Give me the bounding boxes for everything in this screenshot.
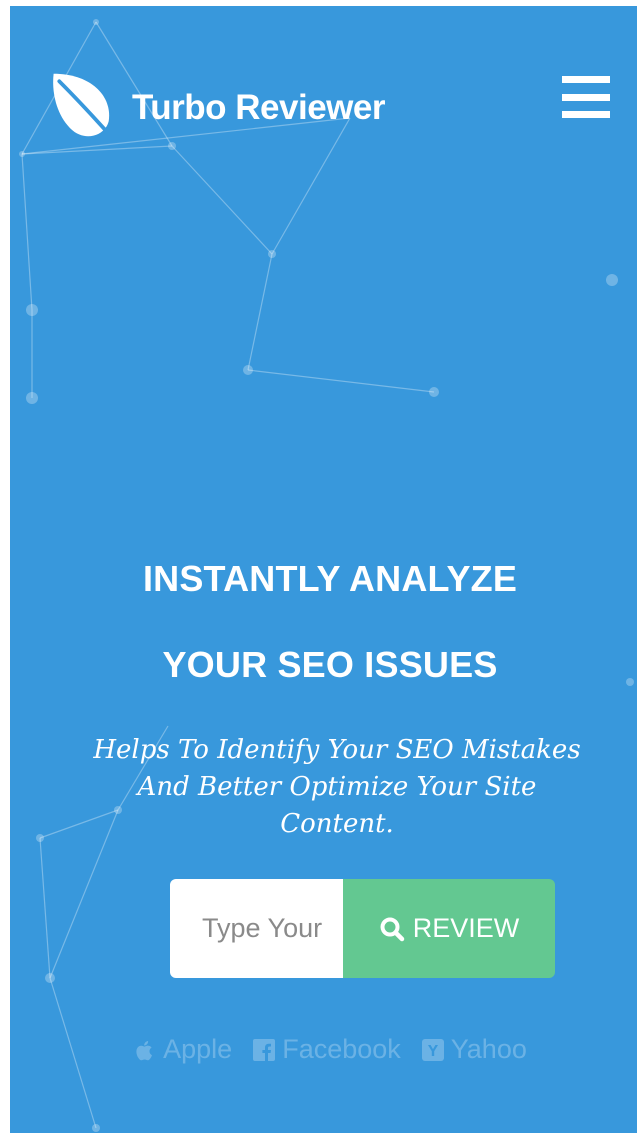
headline-line-1: INSTANTLY ANALYZE bbox=[142, 558, 518, 599]
facebook-icon bbox=[253, 1038, 276, 1061]
hamburger-icon bbox=[562, 111, 610, 118]
provider-label: Yahoo bbox=[450, 1034, 527, 1064]
hero-section: Turbo Reviewer INSTANTLY ANALYZE YOUR SE… bbox=[10, 6, 637, 1133]
provider-facebook[interactable]: Facebook bbox=[252, 1034, 401, 1065]
provider-links: Apple Facebook Yahoo bbox=[10, 1034, 637, 1065]
apple-icon bbox=[136, 1040, 153, 1060]
yahoo-icon bbox=[421, 1038, 444, 1061]
provider-yahoo[interactable]: Yahoo bbox=[421, 1034, 527, 1065]
provider-label: Apple bbox=[163, 1034, 233, 1064]
hamburger-icon bbox=[562, 76, 610, 83]
url-review-form: REVIEW bbox=[170, 879, 555, 978]
hero-headline: INSTANTLY ANALYZE YOUR SEO ISSUES bbox=[10, 536, 637, 708]
search-icon bbox=[380, 917, 404, 941]
brand-name[interactable]: Turbo Reviewer bbox=[132, 88, 385, 128]
provider-label: Facebook bbox=[282, 1034, 401, 1064]
menu-button[interactable] bbox=[562, 76, 614, 118]
leaf-icon[interactable] bbox=[46, 68, 122, 144]
tagline-line-2: And Better Optimize Your Site bbox=[137, 772, 537, 802]
headline-line-2: YOUR SEO ISSUES bbox=[162, 644, 498, 685]
tagline-line-1: Helps To Identify Your SEO Mistakes bbox=[93, 735, 581, 765]
review-button[interactable]: REVIEW bbox=[343, 879, 555, 978]
hamburger-icon bbox=[562, 93, 610, 101]
hero-tagline: Helps To Identify Your SEO Mistakes And … bbox=[50, 732, 624, 843]
url-input[interactable] bbox=[170, 879, 343, 978]
top-navbar: Turbo Reviewer bbox=[10, 6, 637, 186]
provider-apple[interactable]: Apple bbox=[133, 1034, 232, 1065]
review-button-label: REVIEW bbox=[412, 913, 520, 943]
tagline-line-3: Content. bbox=[280, 809, 394, 839]
